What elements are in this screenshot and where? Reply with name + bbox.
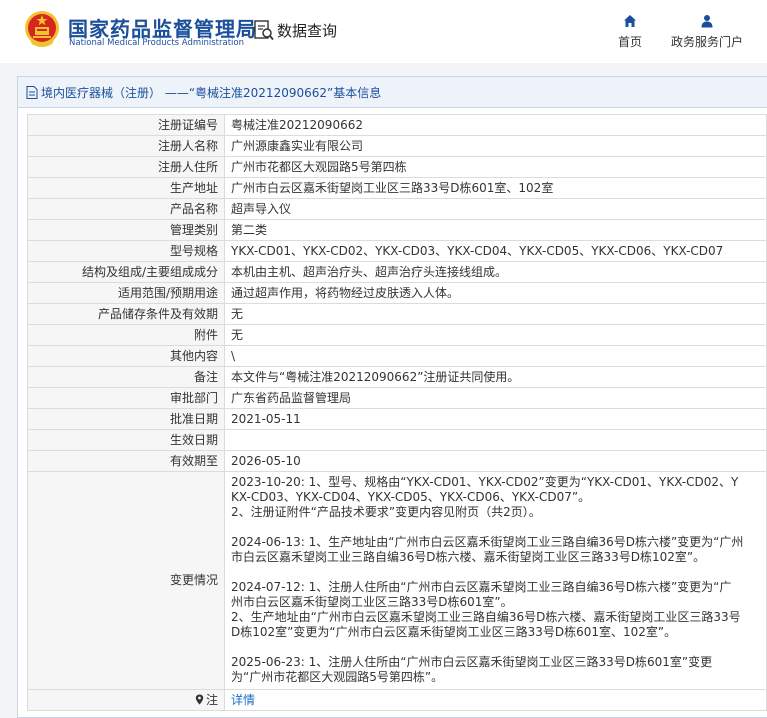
row-value: 无 <box>224 303 767 325</box>
change-entry: 2024-07-12: 1、注册人住所由“广州市白云区嘉禾望岗工业三路自编36号… <box>231 580 741 639</box>
row-value: 广东省药品监督管理局 <box>224 387 767 409</box>
row-label: 有效期至 <box>27 450 225 472</box>
table-row: 产品名称 超声导入仪 <box>27 198 767 220</box>
row-label: 生效日期 <box>27 429 225 451</box>
changes-row: 变更情况 2023-10-20: 1、型号、规格由“YKX-CD01、YKX-C… <box>27 471 767 690</box>
row-label: 注册人住所 <box>27 156 225 178</box>
nav-gov-service[interactable]: 政务服务门户 <box>668 14 746 50</box>
row-label: 产品名称 <box>27 198 225 220</box>
national-emblem-icon <box>25 11 59 47</box>
row-value: 广州市白云区嘉禾街望岗工业区三路33号D栋601室、102室 <box>224 177 767 199</box>
row-label: 备注 <box>27 366 225 388</box>
home-icon <box>624 15 636 27</box>
row-label: 管理类别 <box>27 219 225 241</box>
table-row: 型号规格 YKX-CD01、YKX-CD02、YKX-CD03、YKX-CD04… <box>27 240 767 262</box>
change-entry: 2023-10-20: 1、型号、规格由“YKX-CD01、YKX-CD02”变… <box>231 475 739 519</box>
magnifier-document-icon <box>254 20 274 41</box>
data-query-label: 数据查询 <box>277 21 338 40</box>
nav-home[interactable]: 首页 <box>612 14 648 50</box>
row-value: 2021-05-11 <box>224 408 767 430</box>
row-label: 型号规格 <box>27 240 225 262</box>
table-row: 批准日期 2021-05-11 <box>27 408 767 430</box>
table-row: 注册人名称 广州源康鑫实业有限公司 <box>27 135 767 157</box>
note-label-cell: 注 <box>27 689 225 711</box>
row-label: 适用范围/预期用途 <box>27 282 225 304</box>
table-row: 注册证编号 粤械注准20212090662 <box>27 114 767 136</box>
registration-info-table: 注册证编号 粤械注准20212090662 注册人名称 广州源康鑫实业有限公司 … <box>27 114 767 711</box>
row-value: 广州源康鑫实业有限公司 <box>224 135 767 157</box>
row-label: 生产地址 <box>27 177 225 199</box>
table-row: 注册人住所 广州市花都区大观园路5号第四栋 <box>27 156 767 178</box>
row-label: 产品储存条件及有效期 <box>27 303 225 325</box>
row-value: \ <box>224 345 767 367</box>
panel-title: 境内医疗器械（注册） ——“粤械注准20212090662”基本信息 <box>41 85 382 100</box>
document-icon <box>26 85 38 99</box>
note-row: 注 详情 <box>27 689 767 711</box>
nav-gov-service-label: 政务服务门户 <box>670 35 743 49</box>
table-row: 审批部门 广东省药品监督管理局 <box>27 387 767 409</box>
row-label: 注册人名称 <box>27 135 225 157</box>
table-row: 其他内容 \ <box>27 345 767 367</box>
site-subtitle: National Medical Products Administration <box>69 38 244 48</box>
row-value: 通过超声作用，将药物经过皮肤透入人体。 <box>224 282 767 304</box>
row-label: 注册证编号 <box>27 114 225 136</box>
detail-link[interactable]: 详情 <box>231 693 255 707</box>
row-label: 批准日期 <box>27 408 225 430</box>
table-row: 生产地址 广州市白云区嘉禾街望岗工业区三路33号D栋601室、102室 <box>27 177 767 199</box>
detail-panel: 境内医疗器械（注册） ——“粤械注准20212090662”基本信息 注册证编号… <box>17 76 767 718</box>
table-row: 备注 本文件与“粤械注准20212090662”注册证共同使用。 <box>27 366 767 388</box>
table-row: 适用范围/预期用途 通过超声作用，将药物经过皮肤透入人体。 <box>27 282 767 304</box>
row-label: 附件 <box>27 324 225 346</box>
row-value: 广州市花都区大观园路5号第四栋 <box>224 156 767 178</box>
row-label: 其他内容 <box>27 345 225 367</box>
change-entry: 2024-06-13: 1、生产地址由“广州市白云区嘉禾街望岗工业三路自编36号… <box>231 535 744 564</box>
table-row: 生效日期 <box>27 429 767 451</box>
row-value: 本文件与“粤械注准20212090662”注册证共同使用。 <box>224 366 767 388</box>
note-label: 注 <box>205 692 218 707</box>
table-row: 附件 无 <box>27 324 767 346</box>
table-row: 管理类别 第二类 <box>27 219 767 241</box>
row-value: 粤械注准20212090662 <box>224 114 767 136</box>
data-query-link[interactable]: 数据查询 <box>254 18 337 42</box>
row-value: 2026-05-10 <box>224 450 767 472</box>
row-value: 第二类 <box>224 219 767 241</box>
changes-value: 2023-10-20: 1、型号、规格由“YKX-CD01、YKX-CD02”变… <box>224 471 767 690</box>
note-value: 详情 <box>224 689 767 711</box>
user-icon <box>701 15 713 28</box>
row-label: 结构及组成/主要组成成分 <box>27 261 225 283</box>
changes-label: 变更情况 <box>27 471 225 690</box>
table-row: 有效期至 2026-05-10 <box>27 450 767 472</box>
change-entry: 2025-06-23: 1、注册人住所由“广州市白云区嘉禾街望岗工业区三路33号… <box>231 655 713 684</box>
panel-title-bar: 境内医疗器械（注册） ——“粤械注准20212090662”基本信息 <box>18 77 767 108</box>
table-row: 产品储存条件及有效期 无 <box>27 303 767 325</box>
row-value <box>224 429 767 451</box>
table-row: 结构及组成/主要组成成分 本机由主机、超声治疗头、超声治疗头连接线组成。 <box>27 261 767 283</box>
row-value: 超声导入仪 <box>224 198 767 220</box>
row-value: 无 <box>224 324 767 346</box>
row-value: 本机由主机、超声治疗头、超声治疗头连接线组成。 <box>224 261 767 283</box>
row-value: YKX-CD01、YKX-CD02、YKX-CD03、YKX-CD04、YKX-… <box>224 240 767 262</box>
site-header: 国家药品监督管理局 National Medical Products Admi… <box>0 0 767 63</box>
nav-home-label: 首页 <box>617 35 642 49</box>
row-label: 审批部门 <box>27 387 225 409</box>
map-pin-icon <box>195 694 204 704</box>
